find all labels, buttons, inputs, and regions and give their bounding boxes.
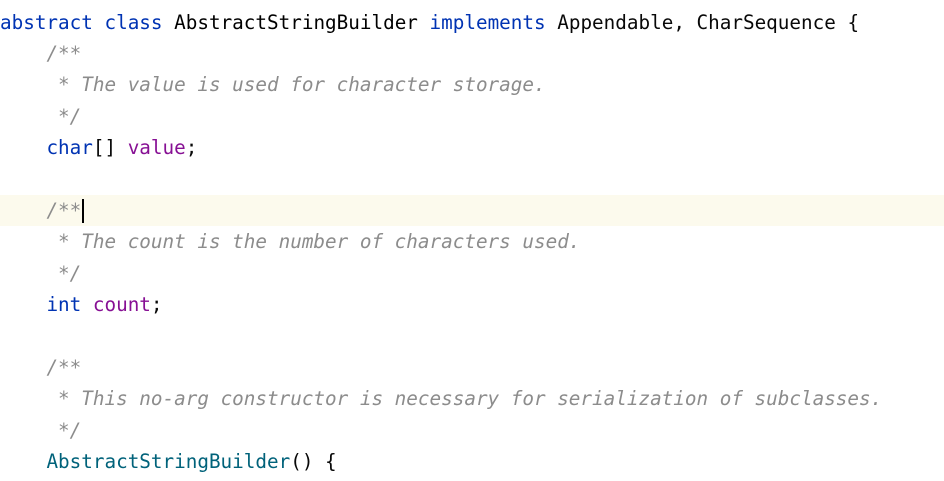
code-line[interactable]: /** [0, 38, 944, 69]
code-token: abstract [0, 10, 93, 34]
code-token: AbstractStringBuilder [174, 10, 418, 34]
code-line[interactable]: int count; [0, 289, 944, 320]
code-token: value [127, 136, 186, 160]
code-token: /** [46, 355, 82, 379]
code-token: count [92, 293, 151, 317]
code-line[interactable]: * The count is the number of characters … [0, 226, 944, 257]
code-token: * This no-arg constructor is necessary f… [58, 387, 883, 411]
code-token: */ [58, 261, 82, 285]
code-token: AbstractStringBuilder [46, 450, 291, 474]
code-line[interactable]: */ [0, 415, 944, 446]
code-line[interactable]: AbstractStringBuilder() { [0, 446, 944, 477]
code-token: ; [185, 136, 198, 160]
code-token: [] [92, 136, 128, 160]
code-token: */ [58, 104, 82, 128]
code-token: */ [58, 418, 82, 442]
code-token: ; [150, 293, 163, 317]
text-caret [82, 199, 85, 224]
code-line[interactable]: /** [0, 352, 944, 383]
code-editor[interactable]: abstract class AbstractStringBuilder imp… [0, 0, 944, 481]
code-token: class [104, 10, 163, 34]
code-token: char [46, 136, 93, 160]
code-line[interactable]: char[] value; [0, 132, 944, 163]
code-line-current[interactable]: /** [0, 194, 944, 227]
code-token: * The value is used for character storag… [58, 73, 546, 97]
code-token: * The count is the number of characters … [58, 230, 581, 254]
code-token: int [46, 293, 82, 317]
code-line[interactable]: */ [0, 258, 944, 289]
code-line[interactable]: * The value is used for character storag… [0, 69, 944, 100]
code-line[interactable]: abstract class AbstractStringBuilder imp… [0, 7, 944, 38]
code-line[interactable]: */ [0, 101, 944, 132]
code-token: Appendable, CharSequence { [557, 10, 860, 34]
code-line[interactable] [0, 164, 944, 195]
code-token: /** [46, 41, 82, 65]
code-token: /** [46, 198, 82, 222]
code-line[interactable] [0, 321, 944, 352]
code-line[interactable]: * This no-arg constructor is necessary f… [0, 383, 944, 414]
code-token: () { [290, 450, 337, 474]
code-token: implements [429, 10, 546, 34]
